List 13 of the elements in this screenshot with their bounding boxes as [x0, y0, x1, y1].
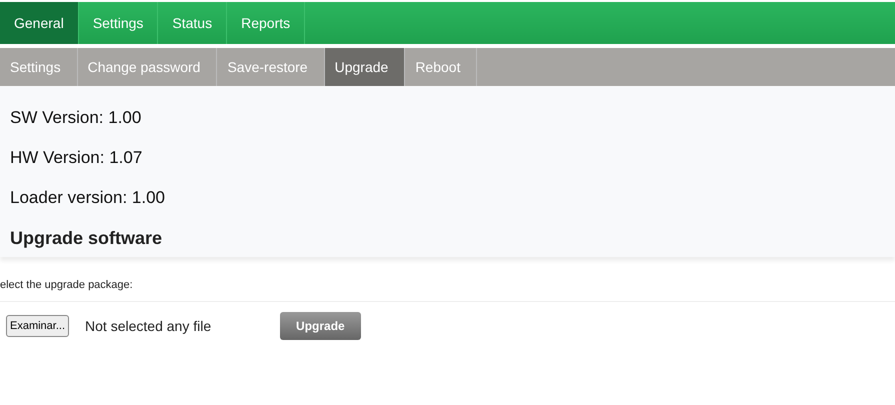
version-text: HW Version: 1.07 [10, 148, 144, 168]
main-tab[interactable]: Status [158, 2, 228, 44]
instruction-text: elect the upgrade package: [0, 257, 895, 302]
version-text: SW Version: 1.00 [10, 108, 142, 128]
version-text: Loader version: 1.00 [10, 188, 166, 208]
section-title: Upgrade software [10, 228, 164, 249]
file-status-text: Not selected any file [85, 318, 212, 334]
main-tab[interactable]: Reports [227, 2, 306, 44]
sub-tab[interactable]: Upgrade [324, 48, 406, 86]
main-tab[interactable]: Settings [78, 2, 158, 44]
main-tab[interactable]: General [0, 2, 79, 44]
upgrade-button[interactable]: Upgrade [280, 312, 361, 340]
browse-button[interactable]: Examinar... [6, 315, 70, 337]
